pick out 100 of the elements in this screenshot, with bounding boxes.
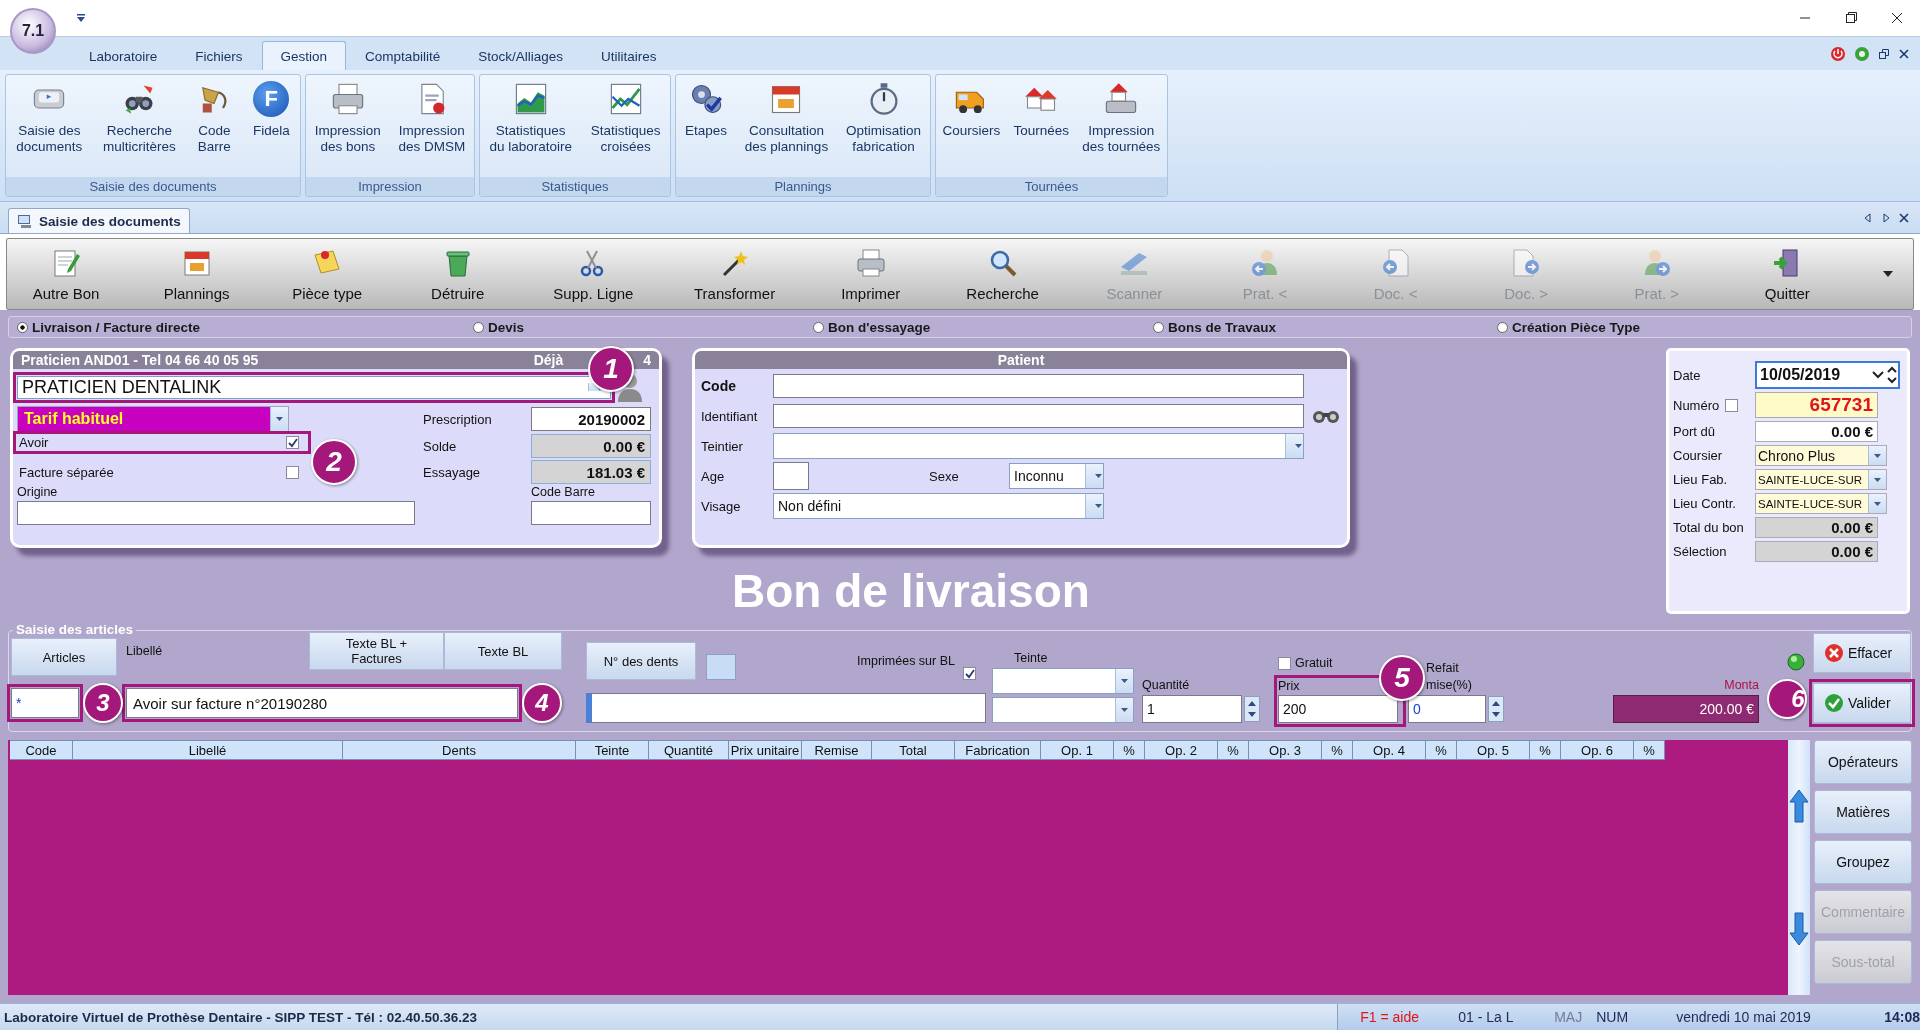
input-field[interactable] (17, 501, 415, 525)
text-button[interactable]: Texte BL + Factures (309, 632, 444, 670)
column-header[interactable]: Fabrication (955, 740, 1041, 760)
column-header[interactable]: Total (872, 740, 955, 760)
dropdown[interactable]: SAINTE-LUCE-SUR (1755, 469, 1887, 490)
teeth-button[interactable]: N° des dents (586, 642, 696, 680)
dropdown-button[interactable] (1285, 434, 1303, 458)
up-arrow-icon[interactable] (1789, 788, 1809, 824)
input-field[interactable] (586, 693, 986, 723)
toolbar-button[interactable]: Détruire (422, 246, 493, 302)
price-field[interactable]: 200 (1278, 695, 1398, 723)
toolbar-button[interactable]: Supp. Ligne (553, 246, 634, 302)
ribbon-tab[interactable]: Utilitaires (581, 41, 676, 70)
spin-button[interactable] (1488, 696, 1504, 722)
down-arrow-icon[interactable] (1789, 911, 1809, 947)
column-header[interactable]: % (1322, 740, 1353, 760)
input-field[interactable] (773, 374, 1304, 398)
discount-field[interactable]: 0 (1408, 695, 1486, 723)
column-header[interactable]: Quantité (649, 740, 729, 760)
ribbon-tab[interactable]: Laboratoire (70, 41, 177, 70)
column-header[interactable]: Code (10, 740, 73, 760)
ribbon-button[interactable]: Impression des DMSM (396, 79, 468, 157)
close-icon[interactable] (1898, 211, 1910, 224)
ribbon-tab[interactable]: Stock/Alliages (459, 41, 582, 70)
dropdown[interactable] (992, 697, 1134, 723)
ribbon-button[interactable]: Statistiques croisées (588, 79, 663, 157)
dropdown[interactable]: Inconnu (1009, 463, 1104, 489)
ribbon-button[interactable]: Consultation des plannings (742, 79, 831, 157)
column-header[interactable]: Op. 3 (1249, 740, 1322, 760)
column-header[interactable]: Teinte (576, 740, 649, 760)
toolbar-button[interactable]: Plannings (161, 246, 232, 302)
dropdown-button[interactable] (1085, 494, 1103, 518)
radio-option[interactable]: Bons de Travaux (1153, 319, 1497, 335)
dropdown[interactable]: Non défini (773, 493, 1104, 519)
date-field[interactable]: 10/05/2019 (1755, 361, 1900, 389)
column-header[interactable]: Prix unitaire (729, 740, 802, 760)
tarif-select[interactable]: Tarif habituel (17, 406, 289, 432)
column-header[interactable]: Op. 1 (1041, 740, 1114, 760)
number-field[interactable]: 657731 (1755, 392, 1878, 418)
checkbox[interactable] (1725, 398, 1739, 412)
dropdown-button[interactable] (1115, 669, 1133, 693)
toolbar-button[interactable]: Pièce type (292, 246, 363, 302)
column-header[interactable]: % (1634, 740, 1665, 760)
checkbox[interactable] (1278, 656, 1291, 670)
side-button[interactable]: Groupez (1814, 840, 1912, 884)
dropdown-button[interactable] (1868, 446, 1886, 465)
ribbon-button[interactable]: Impression des tournées (1080, 79, 1163, 157)
input-field[interactable] (531, 501, 651, 525)
column-header[interactable]: % (1426, 740, 1457, 760)
toolbar-button[interactable]: Quitter (1752, 246, 1823, 302)
side-button[interactable]: Matières (1814, 790, 1912, 834)
binoculars-icon[interactable] (1312, 408, 1340, 424)
scroll-left-icon[interactable] (1862, 211, 1874, 224)
column-header[interactable]: Libellé (73, 740, 343, 760)
dropdown-button[interactable] (1868, 494, 1886, 513)
column-header[interactable]: Op. 6 (1561, 740, 1634, 760)
articles-button[interactable]: Articles (11, 638, 117, 676)
ribbon-button[interactable]: Saisie des documents (14, 79, 85, 157)
input-field[interactable] (773, 404, 1304, 428)
restore-icon[interactable] (1878, 47, 1890, 60)
scrollbar[interactable] (1788, 740, 1810, 995)
power-icon[interactable] (1830, 45, 1846, 62)
ribbon-button[interactable]: Code Barre (194, 79, 235, 157)
ribbon-button[interactable]: Impression des bons (312, 79, 383, 157)
help-icon[interactable] (1854, 45, 1870, 62)
scroll-right-icon[interactable] (1880, 211, 1892, 224)
checkbox[interactable] (963, 667, 976, 680)
ribbon-button[interactable]: Optimisation fabrication (844, 79, 924, 157)
ribbon-tab[interactable]: Gestion (261, 41, 347, 70)
ribbon-button[interactable]: F Fidela (250, 79, 292, 141)
amount-field[interactable]: 0.00 € (1755, 421, 1878, 442)
ribbon-tab[interactable]: Fichiers (176, 41, 262, 70)
clear-button[interactable]: Effacer (1813, 633, 1911, 673)
dropdown[interactable] (773, 433, 1304, 459)
column-header[interactable]: % (1218, 740, 1249, 760)
toolbar-button[interactable]: Autre Bon (31, 246, 101, 302)
checkbox[interactable] (286, 436, 299, 449)
column-header[interactable]: % (1114, 740, 1145, 760)
close-icon[interactable] (1898, 47, 1910, 60)
spin-button[interactable] (1886, 364, 1898, 386)
ribbon-button[interactable]: Statistiques du laboratoire (487, 79, 574, 157)
column-header[interactable]: Remise (802, 740, 872, 760)
dropdown[interactable] (992, 668, 1134, 694)
dropdown-button[interactable] (270, 407, 288, 431)
dropdown[interactable]: Chrono Plus (1755, 445, 1887, 466)
overflow-caret-icon[interactable] (1882, 271, 1893, 277)
ribbon-button[interactable]: Etapes (682, 79, 729, 141)
ribbon-tab[interactable]: Comptabilité (346, 41, 460, 70)
column-header[interactable]: Op. 2 (1145, 740, 1218, 760)
document-tab[interactable]: Saisie des documents (8, 208, 190, 233)
dropdown-button[interactable] (1085, 464, 1103, 488)
column-header[interactable]: Op. 5 (1457, 740, 1530, 760)
ribbon-button[interactable]: Tournées (1011, 79, 1072, 141)
ribbon-button[interactable]: Coursiers (940, 79, 1003, 141)
column-header[interactable]: Op. 4 (1353, 740, 1426, 760)
checkbox[interactable] (286, 465, 299, 479)
side-button[interactable]: Opérateurs (1814, 740, 1912, 784)
dropdown-button[interactable] (1868, 470, 1886, 489)
dropdown-button[interactable] (1115, 698, 1133, 722)
toolbar-button[interactable]: Imprimer (835, 246, 906, 302)
